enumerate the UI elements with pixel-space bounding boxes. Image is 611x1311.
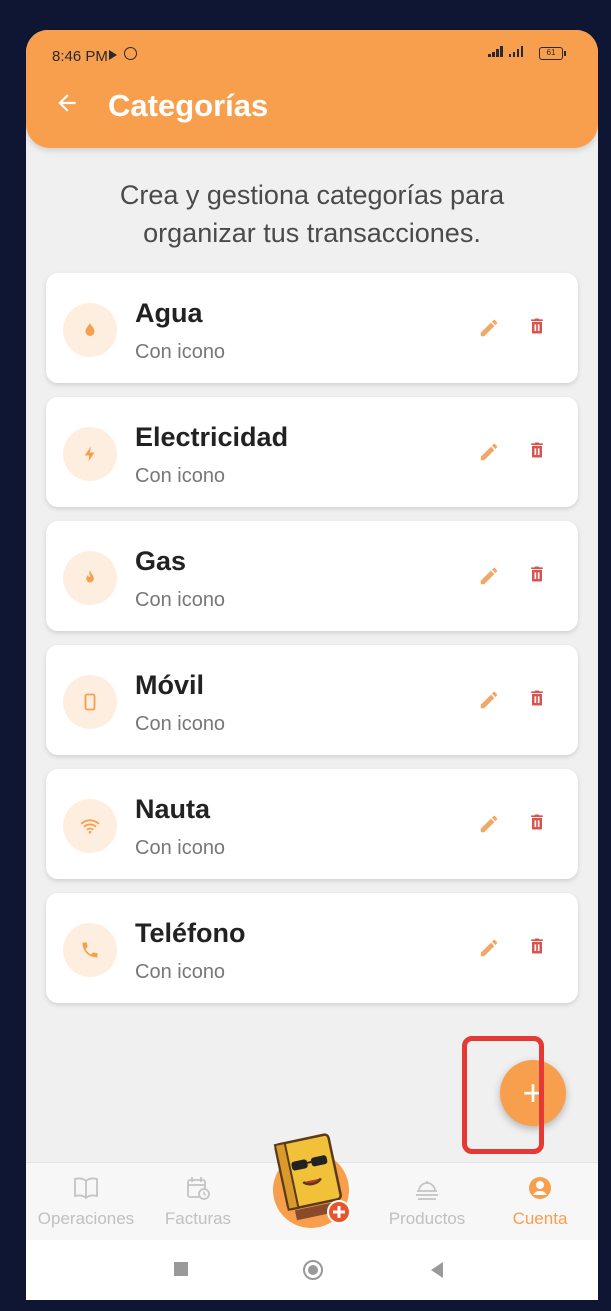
nav-item-facturas[interactable]: Facturas bbox=[138, 1163, 258, 1241]
recents-icon[interactable] bbox=[174, 1262, 188, 1276]
highlight-box bbox=[462, 1036, 544, 1154]
nav-label: Operaciones bbox=[37, 1209, 135, 1228]
flame-icon bbox=[63, 551, 117, 605]
nav-label: Cuenta bbox=[512, 1209, 568, 1228]
status-time: 8:46 PM bbox=[52, 48, 108, 65]
nav-item-cuenta[interactable]: Cuenta bbox=[480, 1163, 598, 1241]
water-drop-icon bbox=[63, 303, 117, 357]
signal-icon bbox=[488, 46, 523, 57]
battery-icon: 61 bbox=[539, 47, 566, 60]
page-title: Categorías bbox=[108, 88, 269, 123]
smartphone-icon bbox=[63, 675, 117, 729]
category-card-nauta[interactable]: Nauta Con icono bbox=[46, 769, 578, 879]
trash-icon[interactable] bbox=[527, 439, 547, 461]
category-card-gas[interactable]: Gas Con icono bbox=[46, 521, 578, 631]
trash-icon[interactable] bbox=[527, 811, 547, 833]
category-name: Gas bbox=[135, 546, 187, 576]
phone-icon bbox=[63, 923, 117, 977]
category-subtitle: Con icono bbox=[135, 961, 226, 983]
home-icon[interactable] bbox=[303, 1260, 323, 1280]
category-card-movil[interactable]: Móvil Con icono bbox=[46, 645, 578, 755]
wifi-icon bbox=[63, 799, 117, 853]
back-icon[interactable] bbox=[431, 1262, 443, 1278]
play-icon bbox=[109, 50, 117, 60]
edit-icon[interactable] bbox=[478, 689, 500, 711]
device-frame: 8:46 PM 61 Categorías Crea y gestiona ca… bbox=[0, 0, 611, 1311]
page-subtitle: Crea y gestiona categorías para organiza… bbox=[119, 180, 505, 248]
trash-icon[interactable] bbox=[527, 563, 547, 585]
category-subtitle: Con icono bbox=[135, 837, 226, 859]
food-tray-icon bbox=[416, 1181, 438, 1200]
category-subtitle: Con icono bbox=[135, 465, 226, 487]
app-bar: 8:46 PM 61 Categorías bbox=[26, 30, 598, 148]
edit-icon[interactable] bbox=[478, 813, 500, 835]
trash-icon[interactable] bbox=[527, 935, 547, 957]
category-name: Electricidad bbox=[135, 422, 289, 452]
trash-icon[interactable] bbox=[527, 687, 547, 709]
nav-item-productos[interactable]: Productos bbox=[367, 1163, 487, 1241]
edit-icon[interactable] bbox=[478, 565, 500, 587]
category-subtitle: Con icono bbox=[135, 341, 226, 363]
edit-icon[interactable] bbox=[478, 937, 500, 959]
notification-icon bbox=[124, 47, 137, 60]
system-nav-bar bbox=[26, 1240, 598, 1300]
nav-item-operaciones[interactable]: Operaciones bbox=[26, 1163, 146, 1241]
book-icon bbox=[74, 1177, 98, 1200]
mascot-add-icon[interactable] bbox=[273, 1130, 357, 1230]
category-name: Móvil bbox=[135, 670, 205, 700]
category-subtitle: Con icono bbox=[135, 713, 226, 735]
arrow-left-icon[interactable] bbox=[54, 90, 80, 116]
edit-icon[interactable] bbox=[478, 441, 500, 463]
category-name: Teléfono bbox=[135, 918, 246, 948]
account-icon bbox=[529, 1177, 551, 1199]
category-name: Agua bbox=[135, 298, 203, 328]
category-card-telefono[interactable]: Teléfono Con icono bbox=[46, 893, 578, 1003]
category-card-electricidad[interactable]: Electricidad Con icono bbox=[46, 397, 578, 507]
lightning-bolt-icon bbox=[63, 427, 117, 481]
trash-icon[interactable] bbox=[527, 315, 547, 337]
category-subtitle: Con icono bbox=[135, 589, 226, 611]
edit-icon[interactable] bbox=[478, 317, 500, 339]
category-name: Nauta bbox=[135, 794, 211, 824]
calendar-clock-icon bbox=[187, 1177, 210, 1200]
category-card-agua[interactable]: Agua Con icono bbox=[46, 273, 578, 383]
nav-label: Productos bbox=[388, 1209, 466, 1228]
nav-label: Facturas bbox=[164, 1209, 232, 1228]
